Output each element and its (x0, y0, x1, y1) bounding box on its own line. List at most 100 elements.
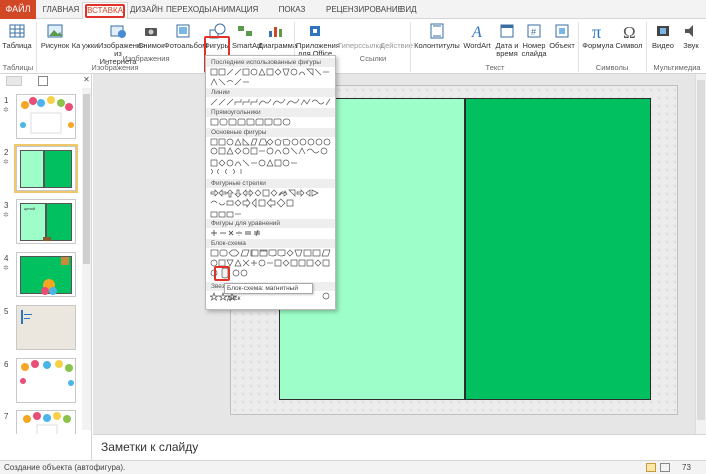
slide-thumbnail-7[interactable] (16, 410, 76, 434)
shapes-row[interactable] (210, 118, 332, 127)
scroll-thumb[interactable] (83, 94, 90, 264)
separator (36, 22, 37, 72)
header-footer-icon (430, 23, 444, 39)
tab-view[interactable]: ВИД (400, 2, 417, 19)
wordart-icon: A (471, 24, 482, 40)
scroll-thumb[interactable] (697, 80, 705, 420)
thumb-text-lines (24, 318, 30, 319)
rectangles-row (210, 118, 291, 126)
section-lines: Линии (206, 88, 335, 97)
slide-scrollbar[interactable] (695, 74, 706, 434)
slide-sorter-view-icon[interactable] (660, 463, 670, 472)
shapes-row[interactable] (210, 138, 332, 174)
tab-file[interactable]: ФАЙЛ (0, 0, 36, 19)
smartart-icon (238, 26, 252, 36)
object-button[interactable]: Объект (548, 22, 576, 62)
balloon-decoration (20, 360, 74, 386)
date-time-button[interactable]: Дата и время (494, 22, 520, 62)
online-pictures-left[interactable]: ужки (82, 22, 98, 62)
object-icon (555, 24, 569, 38)
shapes-row[interactable] (210, 68, 332, 77)
thumb-picture (61, 257, 69, 265)
shapes-row[interactable] (210, 189, 332, 219)
header-footer-button[interactable]: Колонтитулы (414, 22, 460, 62)
magnetic-disk-highlight (214, 266, 230, 281)
album-icon (176, 24, 190, 38)
slide-thumbnail-5[interactable] (16, 305, 76, 350)
slide-thumbnail-6[interactable] (16, 358, 76, 403)
wordart-button[interactable]: A WordArt (462, 22, 492, 62)
thumb-text: ценой (24, 206, 36, 211)
rectangle-green[interactable] (465, 98, 651, 400)
tab-transitions[interactable]: ПЕРЕХОДЫ (166, 2, 211, 19)
tab-review[interactable]: РЕЦЕНЗИРОВАНИЕ (326, 2, 403, 19)
object-label: Объект (549, 41, 575, 50)
photo-album-label: Фотоальбом (164, 41, 208, 50)
equation-button[interactable]: π Формула (582, 22, 614, 62)
ribbon-tabs: ФАЙЛ ГЛАВНАЯ ВСТАВКА ДИЗАЙН ПЕРЕХОДЫ АНИ… (0, 0, 706, 30)
shapes-row[interactable] (210, 78, 332, 87)
video-label: Видео (652, 41, 674, 50)
notes-pane[interactable]: Заметки к слайду (93, 434, 706, 460)
separator (410, 22, 411, 72)
slide-thumbnail-4[interactable] (16, 252, 76, 297)
tab-animation[interactable]: АНИМАЦИЯ (212, 2, 258, 19)
online-pictures-frag-label: ужки (82, 41, 99, 50)
slides-view-tab[interactable] (6, 76, 22, 86)
screenshot-label: Снимок (138, 41, 165, 50)
tab-slideshow[interactable]: ПОКАЗ СЛАЙДОВ (262, 2, 322, 30)
table-icon (9, 24, 25, 38)
audio-button[interactable]: Звук (678, 22, 704, 62)
group-links-label: Ссылки (359, 54, 387, 63)
animation-star-icon: ✲ (3, 212, 9, 219)
slide-number-button[interactable]: # Номер слайда (520, 22, 548, 62)
picture-icon (47, 24, 63, 38)
slide-number: 5 (4, 307, 9, 316)
clipart-button[interactable]: Ка (70, 22, 82, 62)
basic-shapes-grid (210, 138, 331, 174)
section-basic-shapes: Основные фигуры (206, 128, 335, 137)
group-symbols-label: Символы (595, 63, 629, 72)
slide-number: 4 (4, 254, 9, 263)
animation-star-icon: ✲ (3, 159, 9, 166)
thumb-panel-left: ценой (20, 203, 46, 241)
table-button[interactable]: Таблица (2, 22, 32, 62)
slide-thumbnail-1[interactable] (16, 94, 76, 139)
animation-star-icon: ✲ (3, 107, 9, 114)
shapes-row[interactable] (210, 229, 332, 238)
symbol-button[interactable]: Ω Символ (614, 22, 644, 62)
clipart-label: Ка (71, 41, 81, 50)
slide-thumbnail-3[interactable]: ценой (16, 199, 76, 244)
slide-thumbnail-2[interactable] (14, 144, 78, 193)
table-label: Таблица (2, 41, 32, 50)
animation-star-icon: ✲ (3, 265, 9, 272)
svg-text:Ω: Ω (623, 23, 636, 40)
shapes-row[interactable] (210, 98, 332, 107)
thumbnails-scrollbar[interactable] (82, 88, 91, 430)
svg-text:π: π (592, 22, 601, 40)
group-images-label: Изображения (91, 63, 139, 72)
tab-insert[interactable]: ВСТАВКА (82, 2, 128, 20)
outline-view-tab[interactable] (38, 76, 48, 86)
tab-home[interactable]: ГЛАВНАЯ (42, 2, 80, 19)
pi-icon: π (592, 22, 601, 40)
recent-shapes-row (210, 68, 329, 76)
date-time-label-2: время (496, 49, 518, 58)
header-footer-label: Колонтитулы (414, 41, 460, 50)
zoom-level[interactable]: 73 (682, 461, 691, 474)
tab-design[interactable]: ДИЗАЙН (130, 2, 163, 19)
notes-placeholder: Заметки к слайду (101, 440, 199, 454)
video-button[interactable]: Видео (650, 22, 676, 62)
separator (578, 22, 579, 72)
store-icon (310, 26, 320, 36)
globe-picture-icon (110, 25, 126, 38)
picture-button[interactable]: Рисунок (38, 22, 72, 62)
camera-icon (145, 28, 157, 36)
thumb-panel-right (46, 203, 72, 241)
section-block-arrows: Фигурные стрелки (206, 179, 335, 188)
block-arrows-grid (210, 189, 319, 218)
close-pane-icon[interactable]: ✕ (82, 75, 91, 84)
separator (646, 22, 647, 72)
chart-label: Диаграмма (258, 41, 298, 50)
normal-view-icon[interactable] (646, 463, 656, 472)
